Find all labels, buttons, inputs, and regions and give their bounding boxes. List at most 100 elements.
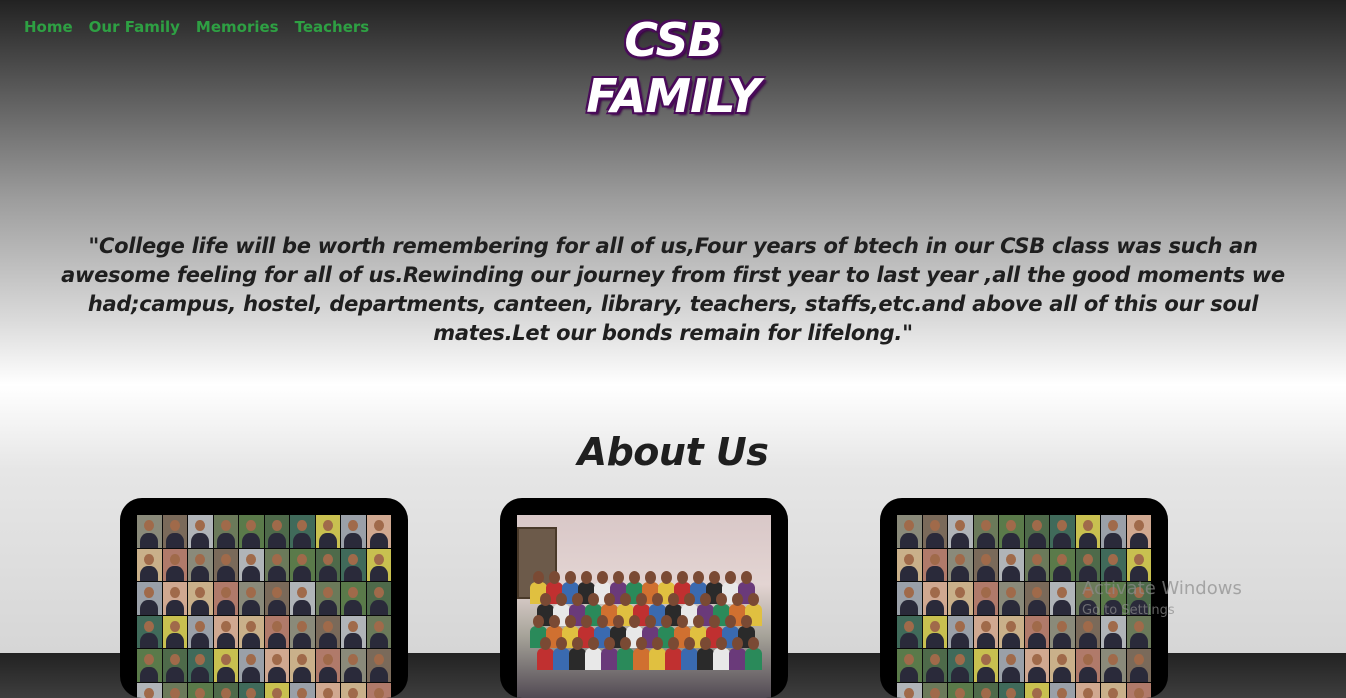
group-member bbox=[601, 648, 618, 670]
group-member-head bbox=[661, 571, 672, 584]
portrait-tile bbox=[1076, 515, 1101, 548]
portrait-tile bbox=[897, 616, 922, 649]
group-member-head bbox=[597, 571, 608, 584]
group-member-head bbox=[533, 571, 544, 584]
group-member-head bbox=[709, 615, 720, 628]
group-member bbox=[697, 648, 714, 670]
class-collage-photo bbox=[137, 515, 391, 698]
group-member-head bbox=[684, 593, 695, 606]
group-member-head bbox=[533, 615, 544, 628]
group-member-head bbox=[645, 615, 656, 628]
portrait-tile bbox=[239, 649, 264, 682]
portrait-tile bbox=[999, 582, 1024, 615]
portrait-tile bbox=[239, 582, 264, 615]
portrait-tile bbox=[316, 683, 341, 698]
group-member-head bbox=[572, 593, 583, 606]
group-member bbox=[745, 648, 762, 670]
portrait-tile bbox=[290, 649, 315, 682]
portrait-tile bbox=[948, 582, 973, 615]
about-card-group-photo[interactable] bbox=[500, 498, 788, 698]
group-member-head bbox=[597, 615, 608, 628]
portrait-tile bbox=[923, 582, 948, 615]
portrait-tile bbox=[137, 649, 162, 682]
group-member-head bbox=[748, 593, 759, 606]
portrait-tile bbox=[341, 683, 366, 698]
portrait-tile bbox=[265, 649, 290, 682]
group-member-head bbox=[588, 593, 599, 606]
group-member-head bbox=[652, 593, 663, 606]
group-member-head bbox=[716, 593, 727, 606]
portrait-tile bbox=[1050, 515, 1075, 548]
group-member-head bbox=[629, 571, 640, 584]
group-member-head bbox=[716, 637, 727, 650]
group-member bbox=[585, 648, 602, 670]
group-member-head bbox=[645, 571, 656, 584]
group-photo bbox=[517, 515, 771, 698]
portrait-tile bbox=[897, 649, 922, 682]
group-member-head bbox=[741, 571, 752, 584]
portrait-tile bbox=[1050, 616, 1075, 649]
group-member-head bbox=[604, 637, 615, 650]
portrait-tile bbox=[1076, 549, 1101, 582]
group-member-head bbox=[725, 615, 736, 628]
portrait-tile bbox=[316, 549, 341, 582]
portrait-tile bbox=[923, 649, 948, 682]
group-member-head bbox=[636, 637, 647, 650]
portrait-tile bbox=[163, 649, 188, 682]
portrait-tile bbox=[214, 616, 239, 649]
portrait-tile bbox=[948, 515, 973, 548]
portrait-tile bbox=[188, 582, 213, 615]
portrait-tile bbox=[367, 515, 392, 548]
group-member-head bbox=[693, 615, 704, 628]
portrait-tile bbox=[1025, 683, 1050, 698]
portrait-tile bbox=[1025, 515, 1050, 548]
group-member-head bbox=[620, 637, 631, 650]
site-title: CSB FAMILY bbox=[0, 12, 1346, 124]
hero-quote: "College life will be worth remembering … bbox=[40, 232, 1306, 348]
group-member-head bbox=[613, 615, 624, 628]
group-member bbox=[537, 648, 554, 670]
portrait-tile bbox=[1025, 616, 1050, 649]
group-member-head bbox=[661, 615, 672, 628]
portrait-tile bbox=[1076, 683, 1101, 698]
portrait-tile bbox=[137, 683, 162, 698]
portrait-tile bbox=[265, 515, 290, 548]
portrait-tile bbox=[367, 549, 392, 582]
portrait-tile bbox=[137, 616, 162, 649]
portrait-tile bbox=[897, 515, 922, 548]
portrait-tile bbox=[923, 515, 948, 548]
portrait-tile bbox=[1101, 515, 1126, 548]
portrait-tile bbox=[999, 649, 1024, 682]
portrait-tile bbox=[1127, 649, 1152, 682]
portrait-tile bbox=[974, 582, 999, 615]
group-member-head bbox=[652, 637, 663, 650]
group-member-head bbox=[604, 593, 615, 606]
group-member-head bbox=[581, 615, 592, 628]
group-member bbox=[633, 648, 650, 670]
group-member-head bbox=[565, 615, 576, 628]
group-member-head bbox=[636, 593, 647, 606]
portrait-tile bbox=[316, 616, 341, 649]
watermark-title: Activate Windows bbox=[1082, 578, 1242, 599]
group-member bbox=[713, 648, 730, 670]
watermark-subtitle: Go to Settings bbox=[1082, 600, 1242, 622]
windows-activation-watermark: Activate Windows Go to Settings bbox=[1082, 578, 1242, 622]
portrait-tile bbox=[923, 549, 948, 582]
portrait-tile bbox=[265, 549, 290, 582]
portrait-tile bbox=[188, 515, 213, 548]
portrait-tile bbox=[188, 616, 213, 649]
portrait-tile bbox=[290, 582, 315, 615]
portrait-tile bbox=[214, 683, 239, 698]
portrait-tile bbox=[999, 616, 1024, 649]
group-member-head bbox=[709, 571, 720, 584]
about-card-class-collage-1[interactable] bbox=[120, 498, 408, 698]
group-member-head bbox=[693, 571, 704, 584]
portrait-tile bbox=[897, 582, 922, 615]
portrait-tile bbox=[367, 616, 392, 649]
portrait-tile bbox=[214, 649, 239, 682]
portrait-tile bbox=[1050, 683, 1075, 698]
group-member-head bbox=[620, 593, 631, 606]
portrait-tile bbox=[290, 683, 315, 698]
portrait-tile bbox=[163, 582, 188, 615]
portrait-tile bbox=[316, 515, 341, 548]
